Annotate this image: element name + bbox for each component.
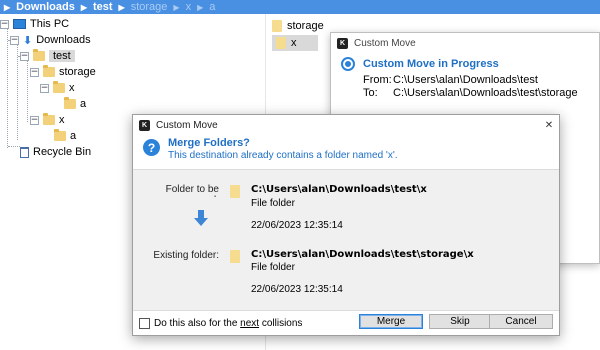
list-item-label: x (291, 37, 297, 49)
tree-item-label: a (80, 98, 87, 110)
list-item[interactable]: storage (272, 18, 330, 34)
collapse-icon[interactable]: − (30, 115, 39, 125)
source-path: C:\Users\alan\Downloads\test\x (251, 184, 427, 195)
from-label: From: (363, 74, 392, 86)
window-title: Custom Move (354, 37, 416, 49)
merge-dialog: K Custom Move ✕ ? Merge Folders? This de… (132, 114, 560, 336)
breadcrumb-item-x[interactable]: x (186, 1, 192, 13)
source-date: 22/06/2023 12:35:14 (251, 220, 343, 231)
tree-item-label: Downloads (36, 34, 91, 46)
progress-spinner-icon (341, 57, 355, 71)
breadcrumb-item-storage[interactable]: storage (131, 1, 168, 13)
dialog-subheading: This destination already contains a fold… (168, 150, 398, 161)
tree-item-a[interactable]: a (64, 96, 86, 112)
checkbox-label-accelerator: next (240, 317, 260, 329)
collapse-icon[interactable]: − (40, 83, 49, 93)
folder-icon (276, 37, 286, 49)
breadcrumb-item-downloads[interactable]: Downloads (16, 1, 75, 13)
tree-item-this-pc[interactable]: − This PC (0, 16, 69, 32)
breadcrumb-item-test[interactable]: test (93, 1, 113, 13)
tree-connector (17, 44, 18, 140)
source-type: File folder (251, 198, 295, 209)
app-icon: K (337, 37, 348, 49)
tree-item-storage[interactable]: − storage (30, 64, 96, 80)
folder-icon (64, 97, 76, 109)
tree-connector (7, 28, 8, 148)
breadcrumb: ▶ Downloads ▶ test ▶ storage ▶ x ▶ a (0, 0, 600, 14)
question-icon: ? (143, 139, 160, 156)
collapse-icon[interactable]: − (0, 19, 9, 29)
collapse-icon[interactable]: − (30, 67, 39, 77)
download-arrow-icon: ⬇ (23, 33, 33, 47)
folder-icon (272, 20, 282, 32)
to-label: To: (363, 87, 378, 99)
cancel-button[interactable]: Cancel (489, 314, 553, 329)
source-label: Folder to be moved: (165, 184, 219, 197)
tree-item-label: Recycle Bin (33, 146, 92, 158)
tree-item-downloads[interactable]: − ⬇ Downloads (10, 32, 91, 48)
folder-icon (43, 113, 55, 125)
existing-path: C:\Users\alan\Downloads\test\storage\x (251, 249, 474, 260)
list-item-label: storage (287, 20, 324, 32)
tree-item-x[interactable]: − x (30, 112, 65, 128)
tree-connector (8, 146, 20, 147)
existing-date: 22/06/2023 12:35:14 (251, 284, 343, 295)
close-icon[interactable]: ✕ (539, 120, 559, 131)
dialog-titlebar[interactable]: K Custom Move ✕ (133, 115, 559, 135)
skip-button[interactable]: Skip (429, 314, 491, 329)
chevron-right-icon: ▶ (80, 2, 87, 12)
collapse-icon[interactable]: − (20, 51, 29, 61)
recycle-bin-icon (20, 146, 29, 158)
dialog-footer: Do this also for the next collisions Mer… (133, 311, 559, 335)
folder-icon (53, 81, 65, 93)
list-item[interactable]: x (272, 35, 318, 51)
breadcrumb-item-a[interactable]: a (209, 1, 215, 13)
checkbox-label-text: collisions (259, 317, 303, 329)
tree-item-label: This PC (30, 18, 70, 30)
folder-icon (54, 129, 66, 141)
comparison-panel: Folder to be moved: C:\Users\alan\Downlo… (133, 169, 559, 311)
chevron-right-icon: ▶ (197, 2, 204, 12)
progress-titlebar[interactable]: K Custom Move (331, 33, 599, 53)
dialog-title: Custom Move (156, 119, 218, 131)
tree-item-label: x (69, 82, 75, 94)
chevron-right-icon: ▶ (118, 2, 125, 12)
tree-item-label: test (49, 50, 75, 62)
collapse-icon[interactable]: − (10, 35, 19, 45)
folder-icon (230, 250, 240, 263)
folder-icon (33, 49, 45, 61)
progress-heading: Custom Move in Progress (363, 58, 499, 70)
existing-type: File folder (251, 262, 295, 273)
dialog-heading: Merge Folders? (168, 137, 250, 149)
chevron-right-icon: ▶ (173, 2, 180, 12)
tree-item-test[interactable]: − test (20, 48, 75, 64)
tree-item-a[interactable]: a (54, 128, 76, 144)
existing-label: Existing folder: (153, 250, 219, 261)
tree-item-label: a (70, 130, 77, 142)
chevron-right-icon: ▶ (4, 2, 11, 12)
tree-item-label: storage (59, 66, 96, 78)
repeat-checkbox[interactable] (139, 317, 150, 329)
folder-icon (43, 65, 55, 77)
app-icon: K (139, 119, 150, 131)
to-value: C:\Users\alan\Downloads\test\storage (393, 87, 578, 99)
repeat-checkbox-label[interactable]: Do this also for the next collisions (154, 318, 302, 329)
computer-icon (13, 19, 26, 29)
tree-item-label: x (59, 114, 65, 126)
tree-item-recycle-bin[interactable]: Recycle Bin (20, 144, 91, 160)
tree-connector (27, 60, 28, 122)
tree-item-x[interactable]: − x (40, 80, 75, 96)
checkbox-label-text: Do this also for the (154, 317, 241, 329)
from-value: C:\Users\alan\Downloads\test (393, 74, 538, 86)
merge-button[interactable]: Merge (359, 314, 423, 329)
arrow-down-icon (194, 210, 208, 226)
folder-icon (230, 185, 240, 198)
